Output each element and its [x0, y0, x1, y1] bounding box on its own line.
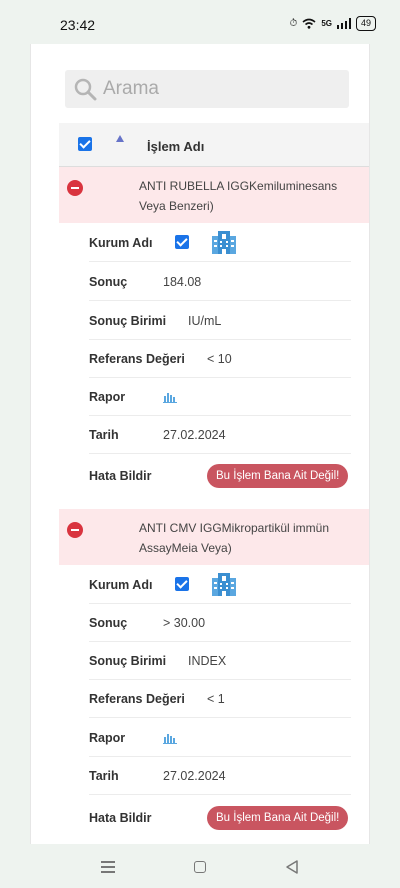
- record-name: ANTI CMV IGGMikropartikül immün AssayMei…: [139, 518, 369, 558]
- hospital-building-icon: [212, 573, 236, 596]
- record-row[interactable]: ANTI CMV IGGMikropartikül immün AssayMei…: [59, 509, 369, 565]
- field-institution: Kurum Adı: [89, 566, 351, 604]
- field-institution: Kurum Adı: [89, 224, 351, 262]
- field-label: Referans Değeri: [89, 692, 185, 706]
- bar-chart-icon[interactable]: [163, 732, 177, 744]
- field-value: < 10: [207, 352, 232, 366]
- field-label: Referans Değeri: [89, 352, 185, 366]
- field-value: 27.02.2024: [163, 769, 226, 783]
- record-name-line-2: Veya Benzeri): [139, 199, 214, 213]
- field-result: Sonuç > 30.00: [89, 604, 351, 642]
- field-label: Sonuç Birimi: [89, 654, 167, 668]
- bar-chart-icon[interactable]: [163, 391, 177, 403]
- field-date: Tarih 27.02.2024: [89, 757, 351, 795]
- column-title-islem-adi[interactable]: İşlem Adı: [147, 139, 204, 154]
- field-reference: Referans Değeri < 1: [89, 680, 351, 718]
- collapse-icon[interactable]: [67, 522, 83, 538]
- field-label: Sonuç Birimi: [89, 314, 167, 328]
- field-label: Rapor: [89, 731, 126, 745]
- field-label: Rapor: [89, 390, 126, 404]
- network-type: 5G: [321, 19, 332, 28]
- field-label: Sonuç: [89, 275, 128, 289]
- record-name-line-1: ANTI CMV IGGMikropartikül immün: [139, 521, 330, 535]
- alarm-icon: ⏱: [289, 18, 298, 29]
- status-time: 23:42: [60, 17, 96, 33]
- field-error-report: Hata Bildir Bu İşlem Bana Ait Değil!: [89, 799, 351, 837]
- table-header: İşlem Adı: [59, 123, 369, 167]
- field-label: Tarih: [89, 428, 119, 442]
- field-value: 27.02.2024: [163, 428, 226, 442]
- field-label: Sonuç: [89, 616, 128, 630]
- system-nav-bar: [0, 846, 400, 888]
- field-label: Hata Bildir: [89, 811, 152, 825]
- field-date: Tarih 27.02.2024: [89, 416, 351, 454]
- record-checkbox[interactable]: [175, 577, 189, 591]
- search-input[interactable]: [103, 78, 333, 100]
- status-icons: ⏱ 5G 49: [289, 16, 376, 31]
- field-label: Hata Bildir: [89, 469, 152, 483]
- field-result: Sonuç 184.08: [89, 263, 351, 301]
- field-unit: Sonuç Birimi INDEX: [89, 642, 351, 680]
- content-panel: İşlem Adı ANTI RUBELLA IGGKemiluminesans…: [30, 44, 370, 844]
- record-name: ANTI RUBELLA IGGKemiluminesans Veya Benz…: [139, 176, 369, 216]
- select-all-checkbox[interactable]: [78, 137, 92, 151]
- wifi-icon: [302, 18, 316, 29]
- record-row[interactable]: ANTI RUBELLA IGGKemiluminesans Veya Benz…: [59, 167, 369, 223]
- not-mine-button[interactable]: Bu İşlem Bana Ait Değil!: [207, 806, 349, 830]
- field-value: > 30.00: [163, 616, 206, 630]
- field-report: Rapor: [89, 378, 351, 416]
- field-value: < 1: [207, 692, 225, 706]
- record-name-line-2: AssayMeia Veya): [139, 541, 232, 555]
- search-icon: [73, 77, 97, 101]
- menu-icon[interactable]: [101, 861, 115, 876]
- collapse-icon[interactable]: [67, 180, 83, 196]
- back-icon[interactable]: [285, 859, 299, 875]
- field-value: INDEX: [188, 654, 227, 668]
- field-value: 184.08: [163, 275, 202, 289]
- home-icon[interactable]: [194, 861, 206, 873]
- field-label: Tarih: [89, 769, 119, 783]
- field-reference: Referans Değeri < 10: [89, 340, 351, 378]
- field-label: Kurum Adı: [89, 578, 153, 592]
- record-name-line-1: ANTI RUBELLA IGGKemiluminesans: [139, 179, 338, 193]
- search-bar[interactable]: [65, 70, 349, 108]
- signal-icon: [336, 18, 351, 29]
- field-unit: Sonuç Birimi IU/mL: [89, 302, 351, 340]
- record-checkbox[interactable]: [175, 235, 189, 249]
- sort-asc-icon[interactable]: [116, 135, 124, 142]
- not-mine-button[interactable]: Bu İşlem Bana Ait Değil!: [207, 464, 349, 488]
- field-error-report: Hata Bildir Bu İşlem Bana Ait Değil!: [89, 457, 351, 495]
- field-value: IU/mL: [188, 314, 222, 328]
- field-report: Rapor: [89, 719, 351, 757]
- field-label: Kurum Adı: [89, 236, 153, 250]
- battery-icon: 49: [355, 16, 376, 31]
- status-bar: 23:42 ⏱ 5G 49: [0, 0, 400, 44]
- hospital-building-icon: [212, 231, 236, 254]
